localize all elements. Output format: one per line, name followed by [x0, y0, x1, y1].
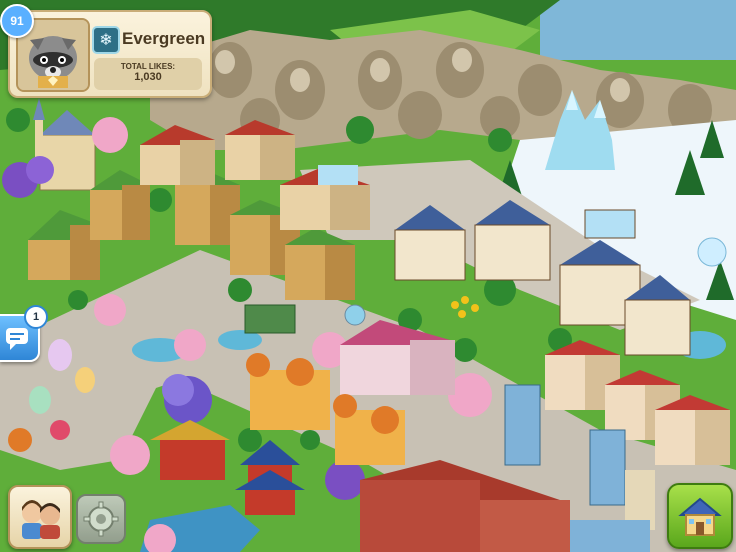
- snow-globe[interactable]: [697, 237, 727, 267]
- chat-unread-badge: 1: [24, 305, 48, 329]
- settings-button[interactable]: [76, 494, 126, 544]
- town-profile-card[interactable]: ❄ Evergreen TOTAL LIKES: 1,030: [8, 10, 212, 98]
- sea-area: [540, 0, 736, 60]
- total-likes-label: TOTAL LIKES:: [120, 62, 176, 71]
- gear-icon: [83, 501, 119, 537]
- friends-button[interactable]: [8, 485, 72, 549]
- friends-avatars-icon: [22, 500, 60, 539]
- build-button[interactable]: [667, 483, 733, 549]
- total-likes-value: 1,030: [134, 71, 162, 83]
- town-name: Evergreen: [122, 29, 206, 48]
- snowflake-icon: ❄: [92, 26, 120, 54]
- level-badge[interactable]: 91: [0, 4, 34, 38]
- house-build-icon: [678, 497, 722, 536]
- total-likes-panel: TOTAL LIKES: 1,030: [94, 58, 202, 90]
- fountain[interactable]: [344, 304, 366, 326]
- garden-pavilion[interactable]: [244, 304, 296, 334]
- ice-rink[interactable]: [584, 209, 636, 239]
